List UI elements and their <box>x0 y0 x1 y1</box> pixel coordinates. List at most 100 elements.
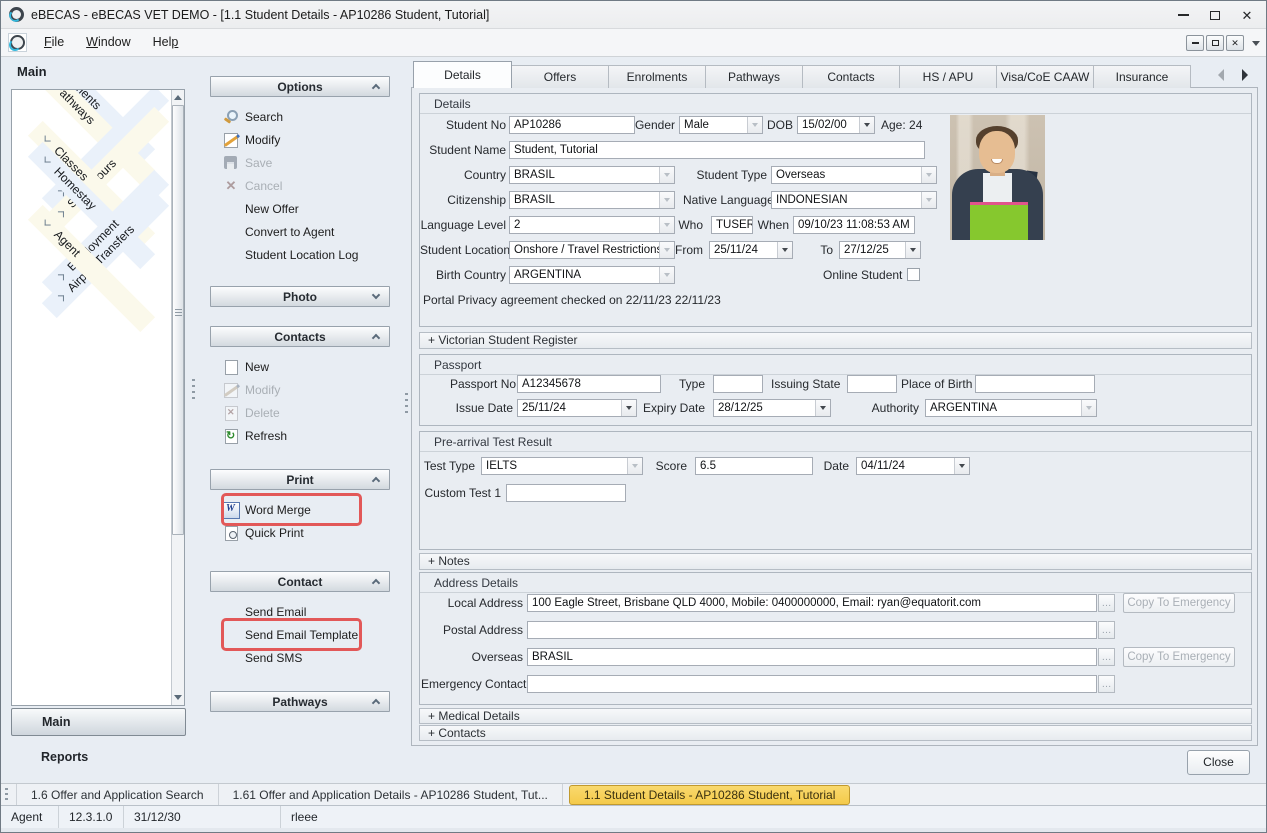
main-tab[interactable]: Insurance <box>1093 65 1191 88</box>
native-language-select[interactable]: INDONESIAN <box>771 191 937 209</box>
collapse-chevron-icon[interactable] <box>372 699 380 707</box>
panel-item[interactable]: Refresh <box>223 424 390 447</box>
dropdown-arrow-icon[interactable] <box>627 458 642 474</box>
dropdown-arrow-icon[interactable] <box>659 192 674 208</box>
country-select[interactable]: BRASIL <box>509 166 675 184</box>
collapse-chevron-icon[interactable] <box>372 477 380 485</box>
document-tab[interactable]: 1.6 Offer and Application Search <box>16 784 219 806</box>
panel-item[interactable]: Cancel <box>223 174 390 197</box>
issue-date-field[interactable]: 25/11/24 <box>517 399 637 417</box>
tree-scrollbar[interactable] <box>171 90 184 705</box>
main-tab[interactable]: Enrolments <box>608 65 706 88</box>
panel-item[interactable]: New <box>223 355 390 378</box>
contacts-panel-header[interactable]: Contacts <box>210 326 390 347</box>
copy-overseas-to-emergency-button[interactable]: Copy To Emergency <box>1123 647 1235 667</box>
mdi-close-button[interactable]: ✕ <box>1226 35 1244 51</box>
panel-item[interactable]: Send Email Template <box>223 623 390 646</box>
dropdown-arrow-icon[interactable] <box>921 167 936 183</box>
contacts-section[interactable]: + Contacts <box>419 725 1252 741</box>
mdi-restore-button[interactable] <box>1206 35 1224 51</box>
birth-country-select[interactable]: ARGENTINA <box>509 266 675 284</box>
dropdown-arrow-icon[interactable] <box>621 400 636 416</box>
gender-select[interactable]: Male <box>679 116 763 134</box>
panel-item[interactable]: Modify <box>223 128 390 151</box>
contact-panel-header[interactable]: Contact <box>210 571 390 592</box>
notes-section[interactable]: + Notes <box>419 553 1252 570</box>
to-date-field[interactable]: 27/12/25 <box>839 241 921 259</box>
dropdown-arrow-icon[interactable] <box>747 117 762 133</box>
test-date-field[interactable]: 04/11/24 <box>856 457 970 475</box>
minimize-button[interactable] <box>1169 1 1197 29</box>
restore-button[interactable] <box>1201 1 1229 29</box>
place-of-birth-field[interactable] <box>975 375 1095 393</box>
student-location-select[interactable]: Onshore / Travel Restrictions <box>509 241 675 259</box>
mdi-caret-icon[interactable] <box>1252 41 1260 46</box>
postal-address-field[interactable] <box>527 621 1097 639</box>
online-student-checkbox[interactable] <box>907 268 920 281</box>
panel-item[interactable]: Save <box>223 151 390 174</box>
test-type-select[interactable]: IELTS <box>481 457 643 475</box>
overseas-address-field[interactable]: BRASIL <box>527 648 1097 666</box>
close-button[interactable]: Close <box>1187 750 1250 775</box>
who-field[interactable]: TUSER <box>711 216 753 234</box>
expand-chevron-icon[interactable] <box>372 291 380 299</box>
tree-expand-arrow-icon[interactable] <box>45 136 51 142</box>
emergency-contact-ellipsis-button[interactable]: … <box>1098 675 1115 693</box>
passport-type-field[interactable] <box>713 375 763 393</box>
scroll-up-icon[interactable] <box>172 90 184 105</box>
student-name-field[interactable]: Student, Tutorial <box>509 141 925 159</box>
main-tab[interactable]: Pathways <box>705 65 803 88</box>
panel-item[interactable]: New Offer <box>223 197 390 220</box>
collapse-chevron-icon[interactable] <box>372 84 380 92</box>
panel-item[interactable]: Send Email <box>223 600 390 623</box>
language-level-select[interactable]: 2 <box>509 216 675 234</box>
document-tab[interactable]: 1.61 Offer and Application Details - AP1… <box>219 784 563 806</box>
dropdown-arrow-icon[interactable] <box>815 400 830 416</box>
when-field[interactable]: 09/10/23 11:08:53 AM <box>793 216 915 234</box>
tab-scroll-left-icon[interactable] <box>1213 67 1229 83</box>
mdi-minimize-button[interactable] <box>1186 35 1204 51</box>
postal-address-ellipsis-button[interactable]: … <box>1098 621 1115 639</box>
dropdown-arrow-icon[interactable] <box>905 242 920 258</box>
dropdown-arrow-icon[interactable] <box>1081 400 1096 416</box>
student-type-select[interactable]: Overseas <box>771 166 937 184</box>
panel-item[interactable]: Convert to Agent <box>223 220 390 243</box>
menu-item[interactable]: Help <box>142 29 190 57</box>
copy-local-to-emergency-button[interactable]: Copy To Emergency <box>1123 593 1235 613</box>
dropdown-arrow-icon[interactable] <box>859 117 874 133</box>
tree-expand-arrow-icon[interactable] <box>45 157 51 163</box>
collapse-chevron-icon[interactable] <box>372 334 380 342</box>
main-tab[interactable]: HS / APU <box>899 65 997 88</box>
main-tab[interactable]: Contacts <box>802 65 900 88</box>
photo-panel-header[interactable]: Photo <box>210 286 390 307</box>
overseas-address-ellipsis-button[interactable]: … <box>1098 648 1115 666</box>
custom-test-field[interactable] <box>506 484 626 502</box>
dropdown-arrow-icon[interactable] <box>777 242 792 258</box>
dropdown-arrow-icon[interactable] <box>659 267 674 283</box>
dropdown-arrow-icon[interactable] <box>659 167 674 183</box>
main-tab[interactable]: Details <box>413 61 512 88</box>
main-tab[interactable]: Visa/CoE CAAW <box>996 65 1094 88</box>
tab-scroll-right-icon[interactable] <box>1237 67 1253 83</box>
local-address-ellipsis-button[interactable]: … <box>1098 594 1115 612</box>
victorian-register-section[interactable]: + Victorian Student Register <box>419 332 1252 349</box>
expiry-date-field[interactable]: 28/12/25 <box>713 399 831 417</box>
issuing-state-field[interactable] <box>847 375 897 393</box>
tree-expand-arrow-icon[interactable] <box>58 295 64 301</box>
menu-item[interactable]: File <box>33 29 75 57</box>
medical-details-section[interactable]: + Medical Details <box>419 708 1252 724</box>
main-nav-button[interactable]: Main <box>11 708 186 736</box>
main-tab[interactable]: Offers <box>511 65 609 88</box>
panel-splitter[interactable] <box>405 393 408 417</box>
dob-field[interactable]: 15/02/00 <box>797 116 875 134</box>
authority-select[interactable]: ARGENTINA <box>925 399 1097 417</box>
panel-item[interactable]: Search <box>223 105 390 128</box>
close-window-button[interactable]: ✕ <box>1233 1 1261 29</box>
emergency-contact-field[interactable] <box>527 675 1097 693</box>
tabbar-grip-icon[interactable] <box>5 788 8 802</box>
print-panel-header[interactable]: Print <box>210 469 390 490</box>
scrollbar-thumb[interactable] <box>172 105 184 535</box>
panel-item[interactable]: Quick Print <box>223 521 390 544</box>
tree-expand-arrow-icon[interactable] <box>58 211 64 217</box>
citizenship-select[interactable]: BRASIL <box>509 191 675 209</box>
